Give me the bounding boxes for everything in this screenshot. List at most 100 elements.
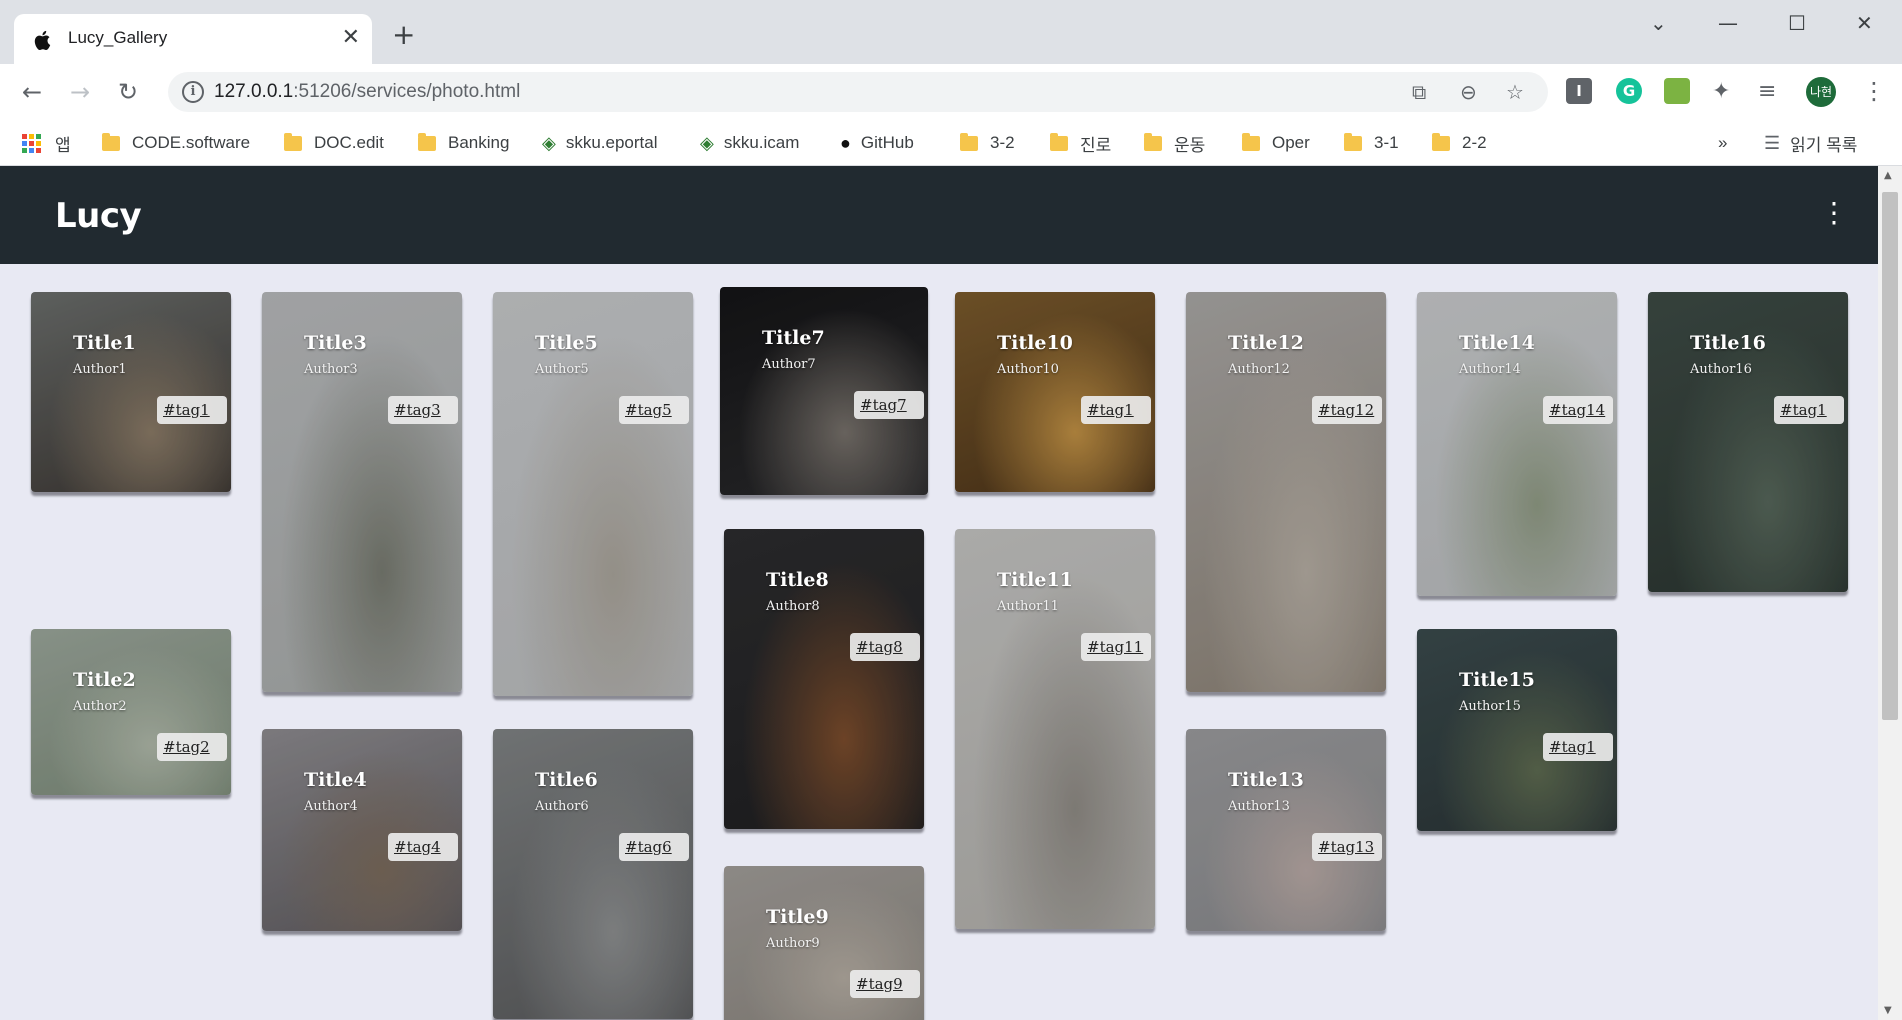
photo-tag[interactable]: #tag1: [1081, 396, 1151, 424]
photo-card[interactable]: Title2 Author2 #tag2: [31, 629, 231, 795]
bookmark-folder[interactable]: 2-2: [1432, 130, 1487, 156]
reading-list-button[interactable]: ☰ 읽기 목록: [1764, 130, 1857, 156]
photo-tag[interactable]: #tag14: [1543, 396, 1613, 424]
chrome-menu-icon[interactable]: ⋮: [1862, 78, 1886, 104]
scrollbar-thumb[interactable]: [1882, 192, 1898, 720]
site-info-icon[interactable]: i: [182, 81, 204, 103]
tab-close-icon[interactable]: ✕: [342, 25, 360, 51]
photo-author: Author5: [535, 362, 589, 377]
bookmarks-overflow-button[interactable]: »: [1718, 130, 1727, 156]
bookmark-folder[interactable]: 3-1: [1344, 130, 1399, 156]
profile-avatar[interactable]: 나현: [1806, 77, 1836, 107]
photo-overlay: [31, 629, 231, 795]
photo-tag[interactable]: #tag4: [388, 833, 458, 861]
photo-title: Title4: [304, 769, 367, 791]
photo-card[interactable]: Title12 Author12 #tag12: [1186, 292, 1386, 692]
new-tab-button[interactable]: +: [392, 21, 415, 49]
bookmarks-bar: 앱 CODE.software DOC.edit Banking ◈ skku.e…: [0, 120, 1902, 166]
photo-card[interactable]: Title13 Author13 #tag13: [1186, 729, 1386, 931]
photo-tag[interactable]: #tag12: [1312, 396, 1382, 424]
browser-tab[interactable]: Lucy_Gallery ✕: [14, 14, 372, 64]
photo-tag[interactable]: #tag2: [157, 733, 227, 761]
photo-card[interactable]: Title8 Author8 #tag8: [724, 529, 924, 829]
scroll-down-arrow-icon[interactable]: ▼: [1884, 1005, 1892, 1016]
close-window-button[interactable]: ✕: [1856, 10, 1873, 36]
photo-title: Title3: [304, 332, 367, 354]
folder-icon: [960, 132, 978, 151]
photo-card[interactable]: Title9 Author9 #tag9: [724, 866, 924, 1020]
bookmark-site[interactable]: ◈ skku.icam: [700, 130, 799, 156]
photo-author: Author11: [997, 599, 1059, 614]
bookmark-star-icon[interactable]: ☆: [1506, 80, 1524, 104]
bookmark-label: 운동: [1174, 135, 1206, 155]
photo-card[interactable]: Title10 Author10 #tag1: [955, 292, 1155, 492]
photo-tag[interactable]: #tag5: [619, 396, 689, 424]
reading-list-icon: ☰: [1764, 132, 1781, 153]
skku-logo-icon: ◈: [542, 132, 556, 153]
bookmark-folder[interactable]: 진로: [1050, 130, 1111, 156]
bookmark-folder[interactable]: DOC.edit: [284, 130, 384, 156]
bookmark-folder[interactable]: Oper: [1242, 130, 1310, 156]
photo-card[interactable]: Title4 Author4 #tag4: [262, 729, 462, 931]
extension-green-icon[interactable]: [1664, 78, 1690, 104]
photo-title: Title10: [997, 332, 1073, 354]
photo-card[interactable]: Title16 Author16 #tag1: [1648, 292, 1848, 592]
bookmark-site[interactable]: ◈ skku.eportal: [542, 130, 658, 156]
photo-tag[interactable]: #tag1: [1774, 396, 1844, 424]
photo-tag[interactable]: #tag1: [1543, 733, 1613, 761]
photo-card[interactable]: Title7 Author7 #tag7: [720, 287, 928, 495]
photo-tag[interactable]: #tag13: [1312, 833, 1382, 861]
minimize-button[interactable]: —: [1718, 10, 1738, 36]
photo-tag[interactable]: #tag3: [388, 396, 458, 424]
folder-icon: [1242, 132, 1260, 151]
photo-card[interactable]: Title15 Author15 #tag1: [1417, 629, 1617, 831]
photo-author: Author6: [535, 799, 589, 814]
photo-tag[interactable]: #tag7: [854, 391, 924, 419]
photo-card[interactable]: Title1 Author1 #tag1: [31, 292, 231, 492]
photo-card[interactable]: Title11 Author11 #tag11: [955, 529, 1155, 929]
bookmark-folder[interactable]: 운동: [1144, 130, 1205, 156]
skku-logo-icon: ◈: [700, 132, 714, 153]
bookmark-folder[interactable]: CODE.software: [102, 130, 250, 156]
bookmark-folder[interactable]: Banking: [418, 130, 509, 156]
extension-i-icon[interactable]: I: [1566, 78, 1592, 104]
reload-icon[interactable]: ↻: [118, 78, 138, 106]
bookmark-label: skku.icam: [723, 133, 800, 152]
back-arrow-icon[interactable]: ←: [22, 78, 42, 106]
photo-tag[interactable]: #tag8: [850, 633, 920, 661]
extensions-puzzle-icon[interactable]: ✦: [1712, 78, 1730, 106]
photo-title: Title7: [762, 327, 825, 349]
reading-list-label: 읽기 목록: [1790, 135, 1858, 155]
media-control-icon[interactable]: ≡: [1758, 78, 1776, 106]
maximize-button[interactable]: ☐: [1788, 10, 1806, 36]
bookmark-github[interactable]: ● GitHub: [840, 130, 914, 156]
photo-tag[interactable]: #tag11: [1081, 633, 1151, 661]
app-menu-icon[interactable]: ⋮: [1820, 198, 1848, 228]
folder-icon: [284, 132, 302, 151]
photo-author: Author8: [766, 599, 820, 614]
app-navbar: Lucy ⋮: [0, 166, 1878, 264]
photo-card[interactable]: Title3 Author3 #tag3: [262, 292, 462, 692]
photo-card[interactable]: Title14 Author14 #tag14: [1417, 292, 1617, 596]
zoom-out-icon[interactable]: ⊖: [1460, 80, 1477, 104]
photo-author: Author2: [73, 699, 127, 714]
forward-arrow-icon[interactable]: →: [70, 78, 90, 106]
photo-card[interactable]: Title5 Author5 #tag5: [493, 292, 693, 696]
page-scrollbar[interactable]: ▲ ▼: [1878, 166, 1902, 1020]
brand-logo[interactable]: Lucy: [55, 196, 142, 236]
url-text[interactable]: 127.0.0.1:51206/services/photo.html: [214, 81, 520, 103]
tab-search-chevron-icon[interactable]: ⌄: [1650, 10, 1667, 36]
photo-title: Title12: [1228, 332, 1304, 354]
translate-icon[interactable]: ⧉: [1412, 80, 1426, 104]
photo-tag[interactable]: #tag9: [850, 970, 920, 998]
address-bar[interactable]: i 127.0.0.1:51206/services/photo.html ⧉ …: [168, 72, 1548, 112]
photo-tag[interactable]: #tag1: [157, 396, 227, 424]
photo-card[interactable]: Title6 Author6 #tag6: [493, 729, 693, 1019]
photo-overlay: [262, 729, 462, 931]
bookmark-folder[interactable]: 3-2: [960, 130, 1015, 156]
bookmark-apps[interactable]: 앱: [22, 130, 71, 156]
photo-tag[interactable]: #tag6: [619, 833, 689, 861]
grammarly-icon[interactable]: G: [1616, 78, 1642, 104]
tab-title: Lucy_Gallery: [68, 28, 168, 47]
scroll-up-arrow-icon[interactable]: ▲: [1884, 170, 1892, 181]
